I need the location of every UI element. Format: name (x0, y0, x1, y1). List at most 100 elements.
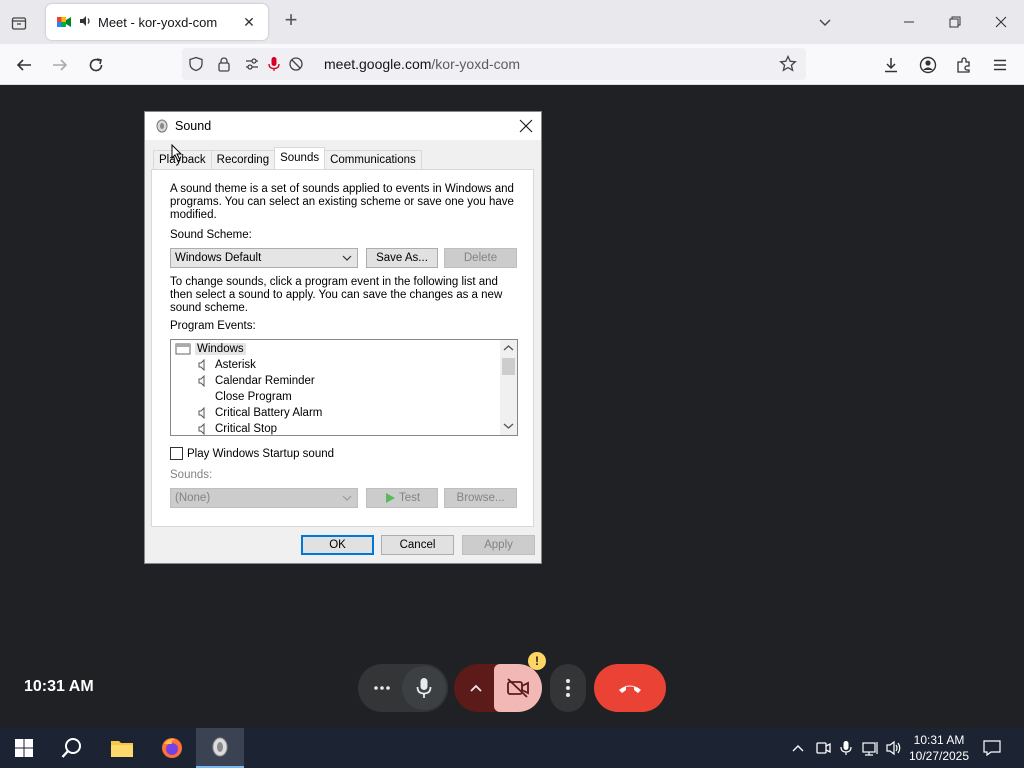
shield-icon[interactable] (182, 48, 210, 80)
taskbar-date: 10/27/2025 (908, 749, 970, 763)
extensions-icon[interactable] (952, 53, 976, 77)
browser-nav-bar: meet.google.com/kor-yoxd-com (0, 44, 1024, 85)
cancel-button[interactable]: Cancel (381, 535, 454, 555)
reload-icon[interactable] (84, 53, 108, 77)
start-button[interactable] (0, 728, 48, 768)
delete-button[interactable]: Delete (444, 248, 517, 268)
tab-title: Meet - kor-yoxd-com (98, 14, 218, 30)
close-window-icon[interactable] (978, 0, 1024, 44)
camera-off-button[interactable] (494, 664, 542, 712)
speaker-icon[interactable] (78, 14, 92, 31)
search-icon (61, 738, 81, 758)
sound-app-icon (212, 737, 228, 757)
microphone-tray-icon[interactable] (836, 728, 856, 768)
tab-sounds[interactable]: Sounds (274, 147, 326, 169)
list-item[interactable]: Calendar Reminder (193, 373, 315, 389)
speaker-icon (198, 407, 205, 419)
more-options-icon[interactable] (370, 676, 394, 700)
list-all-tabs-icon[interactable] (815, 12, 835, 32)
program-events-list[interactable]: Windows Asterisk Calendar Reminder Close… (170, 339, 518, 436)
ok-button[interactable]: OK (301, 535, 374, 555)
browse-button[interactable]: Browse... (444, 488, 517, 508)
speaker-icon (198, 375, 205, 387)
account-icon[interactable] (916, 53, 940, 77)
events-scrollbar[interactable] (500, 340, 517, 435)
minimize-icon[interactable] (886, 0, 932, 44)
more-and-mic-group (358, 664, 448, 712)
end-call-button[interactable] (594, 664, 666, 712)
events-label: Program Events: (170, 320, 256, 332)
permissions-icon[interactable] (238, 48, 266, 80)
list-item[interactable]: Close Program (215, 389, 292, 405)
url-bar[interactable]: meet.google.com/kor-yoxd-com (182, 48, 806, 80)
chevron-down-icon (342, 255, 352, 261)
lock-icon[interactable] (210, 48, 238, 80)
tab-close-icon[interactable]: ✕ (240, 14, 258, 31)
firefox-view-icon[interactable] (8, 12, 30, 34)
startup-sound-checkbox[interactable]: Play Windows Startup sound (170, 447, 334, 460)
camera-blocked-icon[interactable] (282, 48, 310, 80)
speaker-icon (198, 359, 205, 371)
network-icon[interactable] (860, 728, 882, 768)
tab-meet[interactable]: Meet - kor-yoxd-com ✕ (46, 4, 268, 40)
vertical-dots-icon (566, 679, 570, 697)
meet-clock: 10:31 AM (24, 678, 94, 695)
scheme-value: Windows Default (175, 252, 262, 264)
windows-folder-icon (175, 343, 191, 355)
windows-taskbar: 10:31 AM 10/27/2025 (0, 728, 1024, 768)
apply-button[interactable]: Apply (462, 535, 535, 555)
new-tab-button[interactable]: + (280, 9, 302, 32)
file-explorer-button[interactable] (98, 728, 146, 768)
sound-app-icon (156, 119, 168, 133)
dialog-close-icon[interactable] (517, 117, 535, 135)
sounds-select[interactable]: (None) (170, 488, 358, 508)
more-actions-button[interactable] (550, 664, 586, 712)
camera-off-icon (507, 678, 529, 698)
forward-icon[interactable] (48, 53, 72, 77)
back-icon[interactable] (12, 53, 36, 77)
event-label: Critical Stop (215, 423, 277, 435)
dialog-title-bar: Sound (145, 112, 541, 140)
list-item[interactable]: Windows (175, 341, 246, 357)
list-item[interactable]: Critical Stop (193, 421, 277, 435)
tab-recording[interactable]: Recording (210, 150, 276, 170)
window-controls (886, 0, 1024, 44)
checkbox-box[interactable] (170, 447, 183, 460)
notifications-icon[interactable] (980, 728, 1004, 768)
list-item[interactable]: Asterisk (193, 357, 256, 373)
camera-warning-badge[interactable]: ! (528, 652, 546, 670)
menu-icon[interactable] (988, 53, 1012, 77)
save-as-button[interactable]: Save As... (366, 248, 438, 268)
list-item[interactable]: Critical Battery Alarm (193, 405, 322, 421)
restore-icon[interactable] (932, 0, 978, 44)
sounds-panel: A sound theme is a set of sounds applied… (151, 169, 534, 527)
taskbar-clock[interactable]: 10:31 AM 10/27/2025 (904, 732, 974, 764)
camera-options-chevron-icon[interactable] (464, 676, 488, 700)
search-button[interactable] (48, 728, 96, 768)
bookmark-star-icon[interactable] (774, 48, 802, 80)
dialog-title: Sound (175, 119, 212, 133)
speaker-icon (198, 423, 205, 435)
microphone-active-icon[interactable] (266, 48, 282, 80)
mouse-cursor-icon (171, 144, 183, 162)
play-icon (385, 493, 395, 503)
test-label: Test (398, 492, 421, 504)
event-label: Calendar Reminder (215, 375, 315, 387)
microphone-icon (416, 678, 432, 698)
microphone-button[interactable] (402, 666, 446, 710)
instructions-text: To change sounds, click a program event … (170, 276, 503, 314)
event-label: Windows (195, 343, 246, 355)
sound-taskbar-button[interactable] (196, 728, 244, 768)
test-button[interactable]: Test (366, 488, 438, 508)
volume-icon[interactable] (884, 728, 904, 768)
firefox-button[interactable] (148, 728, 196, 768)
downloads-icon[interactable] (879, 53, 903, 77)
scheme-select[interactable]: Windows Default (170, 248, 358, 268)
meet-tray-icon[interactable] (812, 728, 834, 768)
browser-tab-bar: Meet - kor-yoxd-com ✕ + (0, 0, 1024, 44)
tab-communications[interactable]: Communications (324, 150, 422, 170)
hang-up-icon (619, 685, 641, 693)
windows-logo-icon (15, 739, 33, 757)
camera-group: ! (454, 652, 546, 712)
show-hidden-icons-chevron-icon[interactable] (788, 728, 808, 768)
